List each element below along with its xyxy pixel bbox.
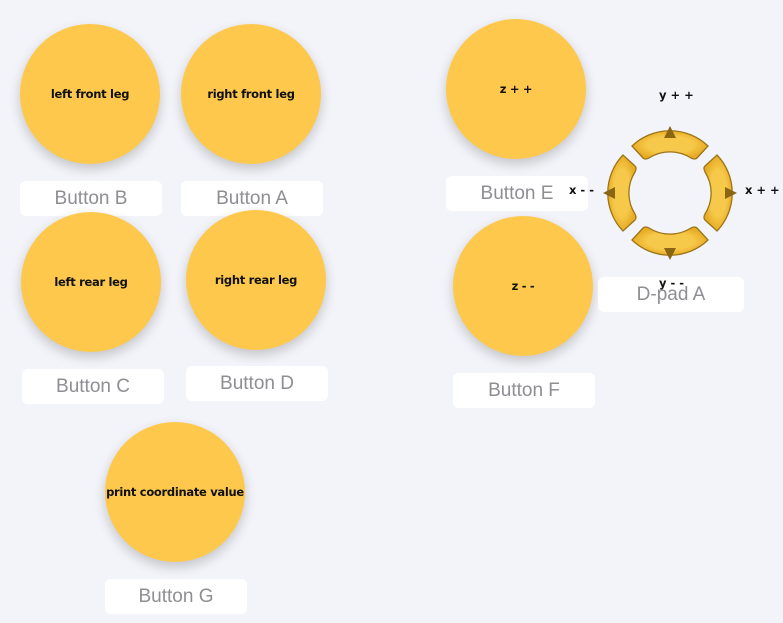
dpad-up-button[interactable] [631, 126, 709, 160]
right-front-leg-label: right front leg [207, 87, 295, 101]
left-rear-leg-label: left rear leg [54, 275, 128, 289]
dpad-right-button[interactable] [703, 154, 737, 232]
dpad-up-label: y + + [659, 88, 694, 102]
left-rear-leg-button[interactable]: left rear leg [21, 212, 161, 352]
print-coordinate-value-label: print coordinate value [106, 485, 244, 499]
button-a-caption-text: Button A [216, 187, 288, 209]
right-front-leg-button[interactable]: right front leg [181, 24, 321, 164]
print-coordinate-value-button[interactable]: print coordinate value [105, 422, 245, 562]
button-c-caption-text: Button C [56, 375, 130, 397]
z-plus-label: z + + [499, 82, 533, 96]
button-b-caption: Button B [20, 181, 162, 216]
button-e-caption: Button E [446, 176, 588, 211]
dpad-down-label: y - - [659, 276, 685, 290]
button-g-caption-text: Button G [138, 585, 214, 607]
z-minus-button[interactable]: z - - [453, 216, 593, 356]
button-d-caption-text: Button D [220, 372, 294, 394]
dpad-left-label: x - - [569, 183, 594, 197]
right-rear-leg-label: right rear leg [214, 273, 298, 287]
dpad [592, 115, 748, 271]
z-plus-button[interactable]: z + + [446, 19, 586, 159]
dpad-left-button[interactable] [603, 154, 637, 232]
button-b-caption-text: Button B [54, 187, 128, 209]
button-f-caption-text: Button F [488, 379, 560, 401]
button-e-caption-text: Button E [480, 182, 554, 204]
button-c-caption: Button C [22, 369, 164, 404]
button-d-caption: Button D [186, 366, 328, 401]
left-front-leg-button[interactable]: left front leg [20, 24, 160, 164]
dpad-down-button[interactable] [631, 226, 709, 260]
left-front-leg-label: left front leg [50, 87, 130, 101]
dpad-right-label: x + + [745, 183, 780, 197]
right-rear-leg-button[interactable]: right rear leg [186, 210, 326, 350]
button-g-caption: Button G [105, 579, 247, 614]
z-minus-label: z - - [511, 279, 535, 293]
button-f-caption: Button F [453, 373, 595, 408]
